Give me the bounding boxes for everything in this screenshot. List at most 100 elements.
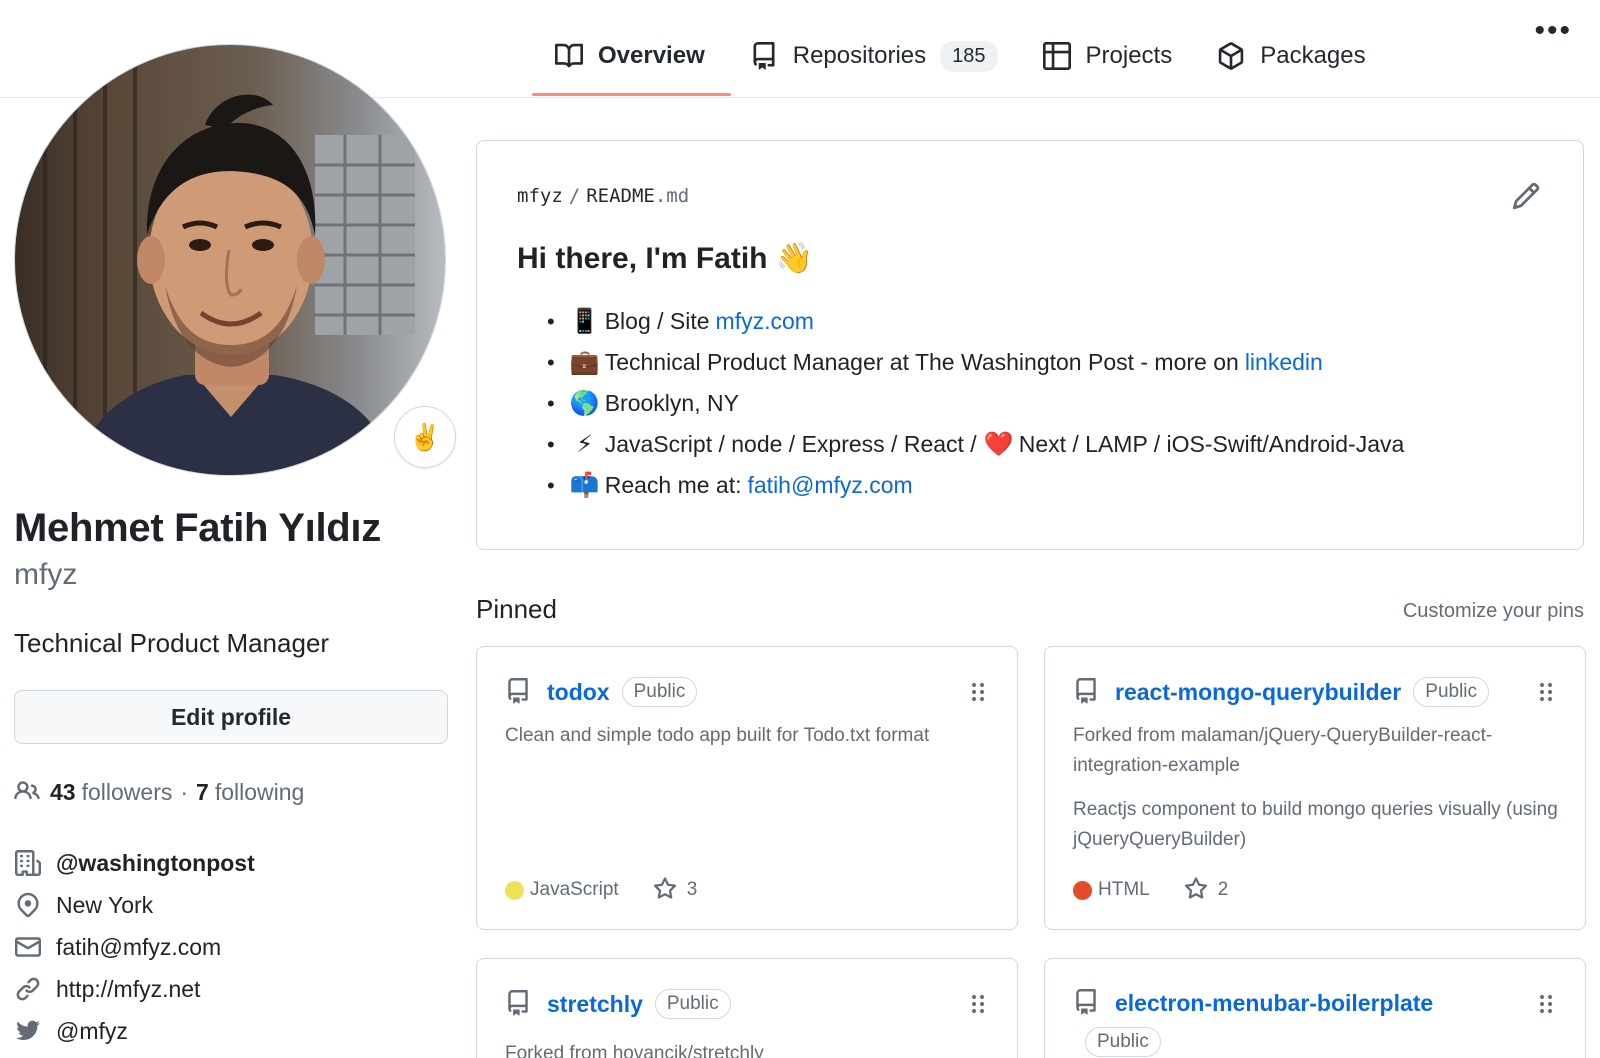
repo-description: Clean and simple todo app built for Todo… (505, 725, 930, 746)
list-item: 💼 Technical Product Manager at The Washi… (547, 342, 1404, 383)
linkedin-link[interactable]: linkedin (1245, 349, 1323, 376)
edit-profile-button[interactable]: Edit profile (14, 690, 448, 744)
followers-link[interactable]: 43 followers (50, 779, 172, 806)
people-icon (14, 778, 42, 806)
email-row[interactable]: fatih@mfyz.com (14, 926, 255, 968)
customize-pins-link[interactable]: Customize your pins (1403, 600, 1584, 623)
repo-name-link[interactable]: todox (547, 679, 610, 706)
readme-path: mfyz / README.md (517, 185, 689, 207)
website-row[interactable]: http://mfyz.net (14, 968, 255, 1010)
tab-overview[interactable]: Overview (532, 30, 731, 96)
list-item: 🌎 Brooklyn, NY (547, 383, 1404, 424)
pinned-repo-card: todox Public Clean and simple todo app b… (476, 646, 1018, 930)
readme-owner[interactable]: mfyz (517, 185, 563, 207)
list-item-text: Blog / Site (604, 308, 710, 334)
twitter-row[interactable]: @mfyz (14, 1010, 255, 1052)
card-header: react-mongo-querybuilder Public (1073, 677, 1490, 707)
drag-handle-icon[interactable] (969, 681, 989, 705)
visibility-badge: Public (1085, 1027, 1161, 1057)
forked-from-text[interactable]: Forked from malaman/jQuery-QueryBuilder-… (1073, 721, 1563, 781)
twitter-text: @mfyz (56, 1017, 128, 1044)
list-item-text: Reach me at: (604, 472, 742, 498)
readme-file-ext: .md (654, 185, 690, 207)
pinned-heading: Pinned (476, 594, 557, 624)
card-header: electron-menubar-boilerplate (1073, 989, 1433, 1017)
twitter-icon (14, 1017, 42, 1045)
repo-icon (505, 678, 533, 706)
repo-count-badge: 185 (940, 40, 998, 72)
list-item: 📱 Blog / Site mfyz.com (547, 301, 1404, 342)
repo-icon (1073, 989, 1101, 1017)
email-link[interactable]: fatih@mfyz.com (748, 472, 913, 499)
profile-bio: Technical Product Manager (14, 628, 330, 658)
readme-list: 📱 Blog / Site mfyz.com 💼 Technical Produ… (547, 301, 1405, 506)
stars-link[interactable]: 3 (653, 877, 697, 903)
pinned-repo-card: stretchly Public Forked from hovancik/st… (476, 958, 1018, 1058)
globe-icon: 🌎 (569, 390, 600, 417)
repo-name-link[interactable]: react-mongo-querybuilder (1115, 679, 1401, 706)
status-emoji-button[interactable]: ✌️ (394, 406, 456, 468)
stars-link[interactable]: 2 (1184, 877, 1229, 903)
drag-handle-icon[interactable] (969, 993, 989, 1017)
more-options-icon[interactable]: ••• (1534, 14, 1572, 48)
mailbox-icon: 📫 (569, 472, 600, 499)
path-separator: / (568, 185, 581, 207)
followers-label: followers (81, 778, 173, 805)
following-label: following (214, 778, 305, 805)
location-icon (14, 891, 42, 919)
tab-label: Repositories (792, 42, 927, 69)
repo-icon (1073, 678, 1101, 706)
card-header: stretchly Public (505, 989, 731, 1019)
profile-full-name: Mehmet Fatih Yıldız (14, 506, 381, 550)
visibility-badge: Public (1413, 677, 1490, 707)
list-item-text: Brooklyn, NY (604, 390, 739, 416)
tab-label: Overview (598, 42, 705, 69)
readme-card: mfyz/README.md Hi there, I'm Fatih 👋 📱 B… (476, 140, 1584, 550)
forked-from-text[interactable]: Forked from hovancik/stretchly (505, 1039, 995, 1058)
package-icon (1216, 41, 1246, 71)
repo-name-link[interactable]: electron-menubar-boilerplate (1115, 990, 1433, 1017)
avatar-container: ✌️ (14, 44, 456, 476)
organization-row[interactable]: @washingtonpost (14, 842, 255, 884)
readme-file-name[interactable]: README (586, 185, 655, 207)
organization-text: @washingtonpost (56, 849, 255, 876)
location-row: New York (14, 884, 255, 926)
briefcase-icon: 💼 (569, 349, 600, 376)
tab-label: Projects (1085, 42, 1173, 69)
site-link[interactable]: mfyz.com (716, 308, 814, 335)
book-icon (554, 41, 584, 71)
following-link[interactable]: 7 following (196, 779, 304, 806)
mail-icon (14, 933, 42, 961)
email-text: fatih@mfyz.com (56, 933, 222, 960)
profile-tabs: Overview Repositories 185 Projects Packa… (532, 30, 1380, 96)
profile-username: mfyz (14, 558, 78, 591)
repo-language: HTML (1098, 879, 1150, 900)
repo-icon (749, 41, 779, 71)
readme-heading: Hi there, I'm Fatih 👋 (517, 242, 814, 275)
card-header: todox Public (505, 677, 698, 707)
avatar[interactable] (14, 44, 446, 476)
drag-handle-icon[interactable] (1537, 681, 1557, 705)
edit-readme-pencil-icon[interactable] (1511, 181, 1543, 213)
tab-label: Packages (1260, 42, 1366, 69)
tab-projects[interactable]: Projects (1028, 30, 1187, 82)
list-item-text-continued: Next / LAMP / iOS-Swift/Android-Java (1018, 431, 1405, 457)
location-text: New York (56, 891, 154, 918)
pinned-repo-card: react-mongo-querybuilder Public Forked f… (1044, 646, 1586, 930)
visibility-badge: Public (621, 677, 698, 707)
tab-packages[interactable]: Packages (1202, 30, 1379, 82)
follow-separator: · (180, 778, 189, 805)
mobile-phone-icon: 📱 (569, 308, 600, 335)
drag-handle-icon[interactable] (1537, 993, 1557, 1017)
repo-name-link[interactable]: stretchly (547, 991, 643, 1018)
star-count: 2 (1217, 879, 1229, 900)
repo-meta: JavaScript 3 (505, 877, 697, 903)
repo-language: JavaScript (530, 879, 619, 900)
language-color-dot (1073, 880, 1092, 900)
tab-repositories[interactable]: Repositories 185 (735, 30, 1012, 82)
following-count: 7 (196, 778, 209, 805)
website-text: http://mfyz.net (56, 975, 201, 1002)
table-icon (1042, 41, 1072, 71)
follow-stats: 43 followers · 7 following (14, 778, 304, 806)
list-item: 📫 Reach me at: fatih@mfyz.com (547, 465, 1404, 506)
